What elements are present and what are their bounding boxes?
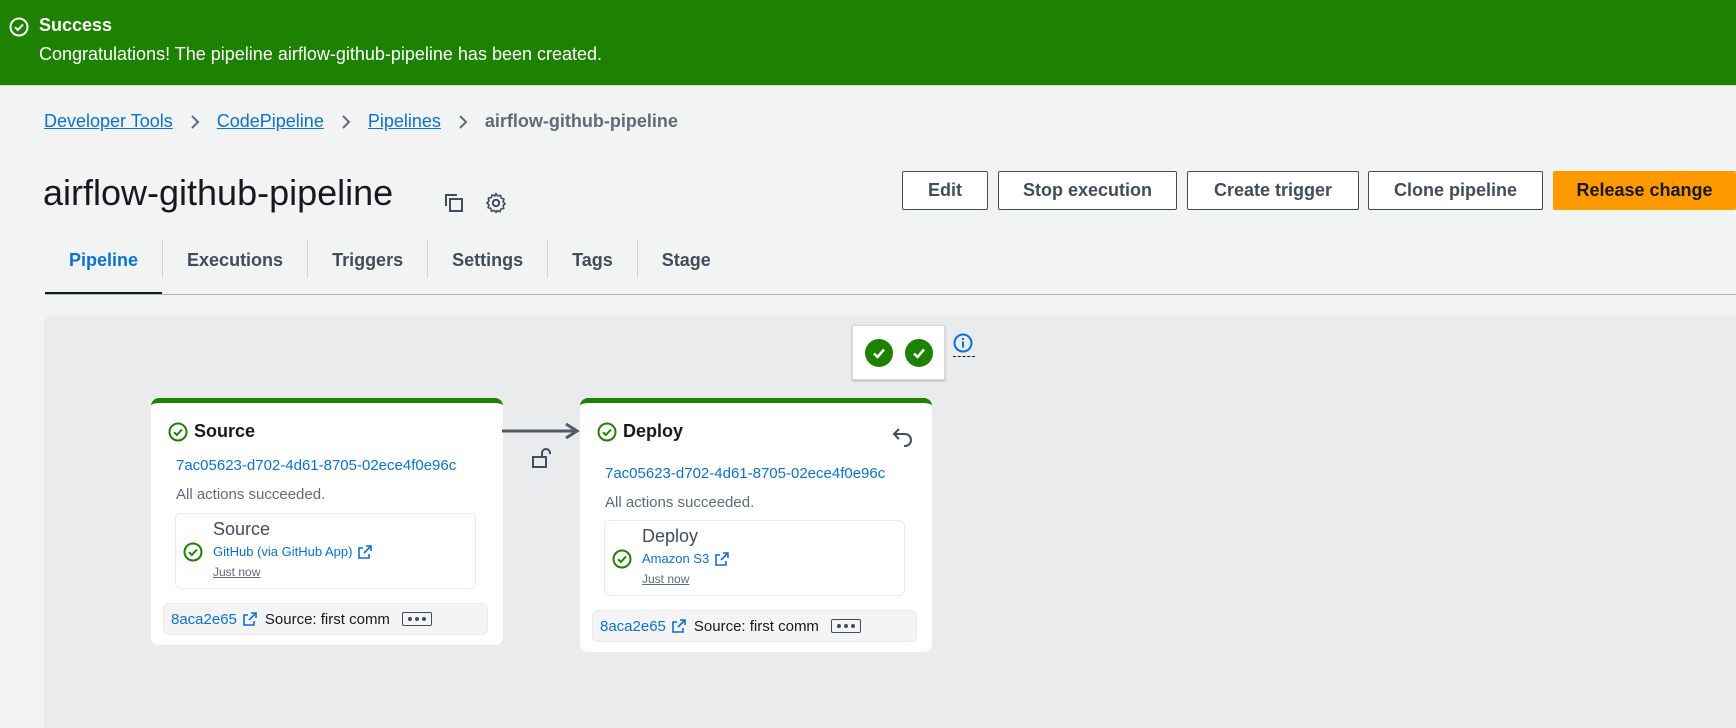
rollback-icon[interactable] bbox=[892, 425, 914, 447]
action-timestamp[interactable]: Just now bbox=[213, 565, 260, 579]
stage-transition-arrow bbox=[502, 423, 580, 439]
tab-tags[interactable]: Tags bbox=[548, 240, 637, 294]
external-link-icon bbox=[358, 544, 373, 559]
provider-label: GitHub (via GitHub App) bbox=[213, 544, 353, 559]
commit-id-link[interactable]: 8aca2e65 bbox=[171, 611, 237, 628]
breadcrumb-codepipeline[interactable]: CodePipeline bbox=[217, 111, 324, 132]
external-link-icon bbox=[672, 619, 686, 633]
stage-success-icon bbox=[864, 338, 893, 367]
more-options-icon[interactable] bbox=[830, 619, 861, 633]
stage-success-icon bbox=[904, 338, 933, 367]
info-icon[interactable] bbox=[953, 333, 973, 353]
action-provider-link[interactable]: GitHub (via GitHub App) bbox=[213, 544, 373, 559]
unlocked-transition-icon[interactable] bbox=[531, 447, 551, 469]
chevron-right-icon bbox=[342, 114, 351, 129]
stage-header: Source bbox=[168, 421, 255, 442]
tab-list: Pipeline Executions Triggers Settings Ta… bbox=[45, 240, 735, 295]
commit-message: Source: first comm bbox=[693, 617, 819, 635]
execution-id-link[interactable]: 7ac05623-d702-4d61-8705-02ece4f0e96c bbox=[605, 465, 885, 482]
tab-executions[interactable]: Executions bbox=[163, 240, 307, 294]
stage-card-deploy: Deploy 7ac05623-d702-4d61-8705-02ece4f0e… bbox=[580, 398, 932, 652]
stop-execution-button[interactable]: Stop execution bbox=[998, 171, 1177, 210]
create-trigger-button[interactable]: Create trigger bbox=[1187, 171, 1359, 210]
success-check-icon bbox=[9, 17, 29, 37]
breadcrumb-developer-tools[interactable]: Developer Tools bbox=[44, 111, 173, 132]
copy-icon[interactable] bbox=[442, 191, 466, 215]
page-title: airflow-github-pipeline bbox=[43, 172, 394, 213]
tab-settings[interactable]: Settings bbox=[428, 240, 547, 294]
action-name: Deploy bbox=[642, 526, 699, 546]
pipeline-status-summary bbox=[852, 325, 945, 380]
more-options-icon[interactable] bbox=[401, 612, 432, 626]
stage-status-text: All actions succeeded. bbox=[605, 494, 755, 511]
stage-status-text: All actions succeeded. bbox=[176, 486, 326, 503]
success-flashbar: Success Congratulations! The pipeline ai… bbox=[0, 0, 1736, 85]
success-check-icon bbox=[183, 542, 203, 562]
success-check-icon bbox=[612, 549, 632, 569]
info-underline bbox=[953, 356, 975, 357]
action-card: Deploy Amazon S3 Just now bbox=[604, 520, 905, 596]
success-check-icon bbox=[597, 422, 617, 441]
external-link-icon bbox=[715, 551, 730, 566]
clone-pipeline-button[interactable]: Clone pipeline bbox=[1368, 171, 1543, 210]
tab-pipeline[interactable]: Pipeline bbox=[45, 240, 163, 295]
external-link-icon bbox=[243, 612, 257, 626]
stage-commit-footer: 8aca2e65 Source: first comm bbox=[592, 610, 917, 642]
stage-header: Deploy bbox=[597, 421, 683, 442]
action-provider-link[interactable]: Amazon S3 bbox=[642, 551, 730, 566]
commit-message: Source: first comm bbox=[264, 610, 390, 628]
stage-name: Source bbox=[194, 421, 256, 441]
stage-card-source: Source 7ac05623-d702-4d61-8705-02ece4f0e… bbox=[151, 398, 503, 645]
flash-header: Success bbox=[39, 15, 113, 35]
execution-id-link[interactable]: 7ac05623-d702-4d61-8705-02ece4f0e96c bbox=[176, 457, 456, 474]
breadcrumb: Developer Tools CodePipeline Pipelines a… bbox=[44, 111, 678, 132]
success-check-icon bbox=[168, 422, 188, 441]
action-card: Source GitHub (via GitHub App) Just now bbox=[175, 513, 476, 589]
tab-triggers[interactable]: Triggers bbox=[308, 240, 427, 294]
flash-divider bbox=[0, 85, 1736, 86]
commit-id-link[interactable]: 8aca2e65 bbox=[600, 618, 666, 635]
edit-button[interactable]: Edit bbox=[902, 171, 988, 210]
action-name: Source bbox=[213, 519, 271, 539]
tabs-underline bbox=[45, 294, 1736, 295]
chevron-right-icon bbox=[191, 114, 200, 129]
action-timestamp[interactable]: Just now bbox=[642, 572, 689, 586]
tab-stage[interactable]: Stage bbox=[638, 240, 735, 294]
provider-label: Amazon S3 bbox=[642, 551, 710, 566]
breadcrumb-current: airflow-github-pipeline bbox=[484, 111, 678, 131]
gear-icon[interactable] bbox=[484, 191, 508, 215]
chevron-right-icon bbox=[459, 114, 468, 129]
stage-commit-footer: 8aca2e65 Source: first comm bbox=[163, 603, 488, 635]
stage-name: Deploy bbox=[623, 421, 684, 441]
flash-message: Congratulations! The pipeline airflow-gi… bbox=[39, 44, 603, 64]
release-change-button[interactable]: Release change bbox=[1553, 171, 1736, 210]
breadcrumb-pipelines[interactable]: Pipelines bbox=[368, 111, 441, 132]
